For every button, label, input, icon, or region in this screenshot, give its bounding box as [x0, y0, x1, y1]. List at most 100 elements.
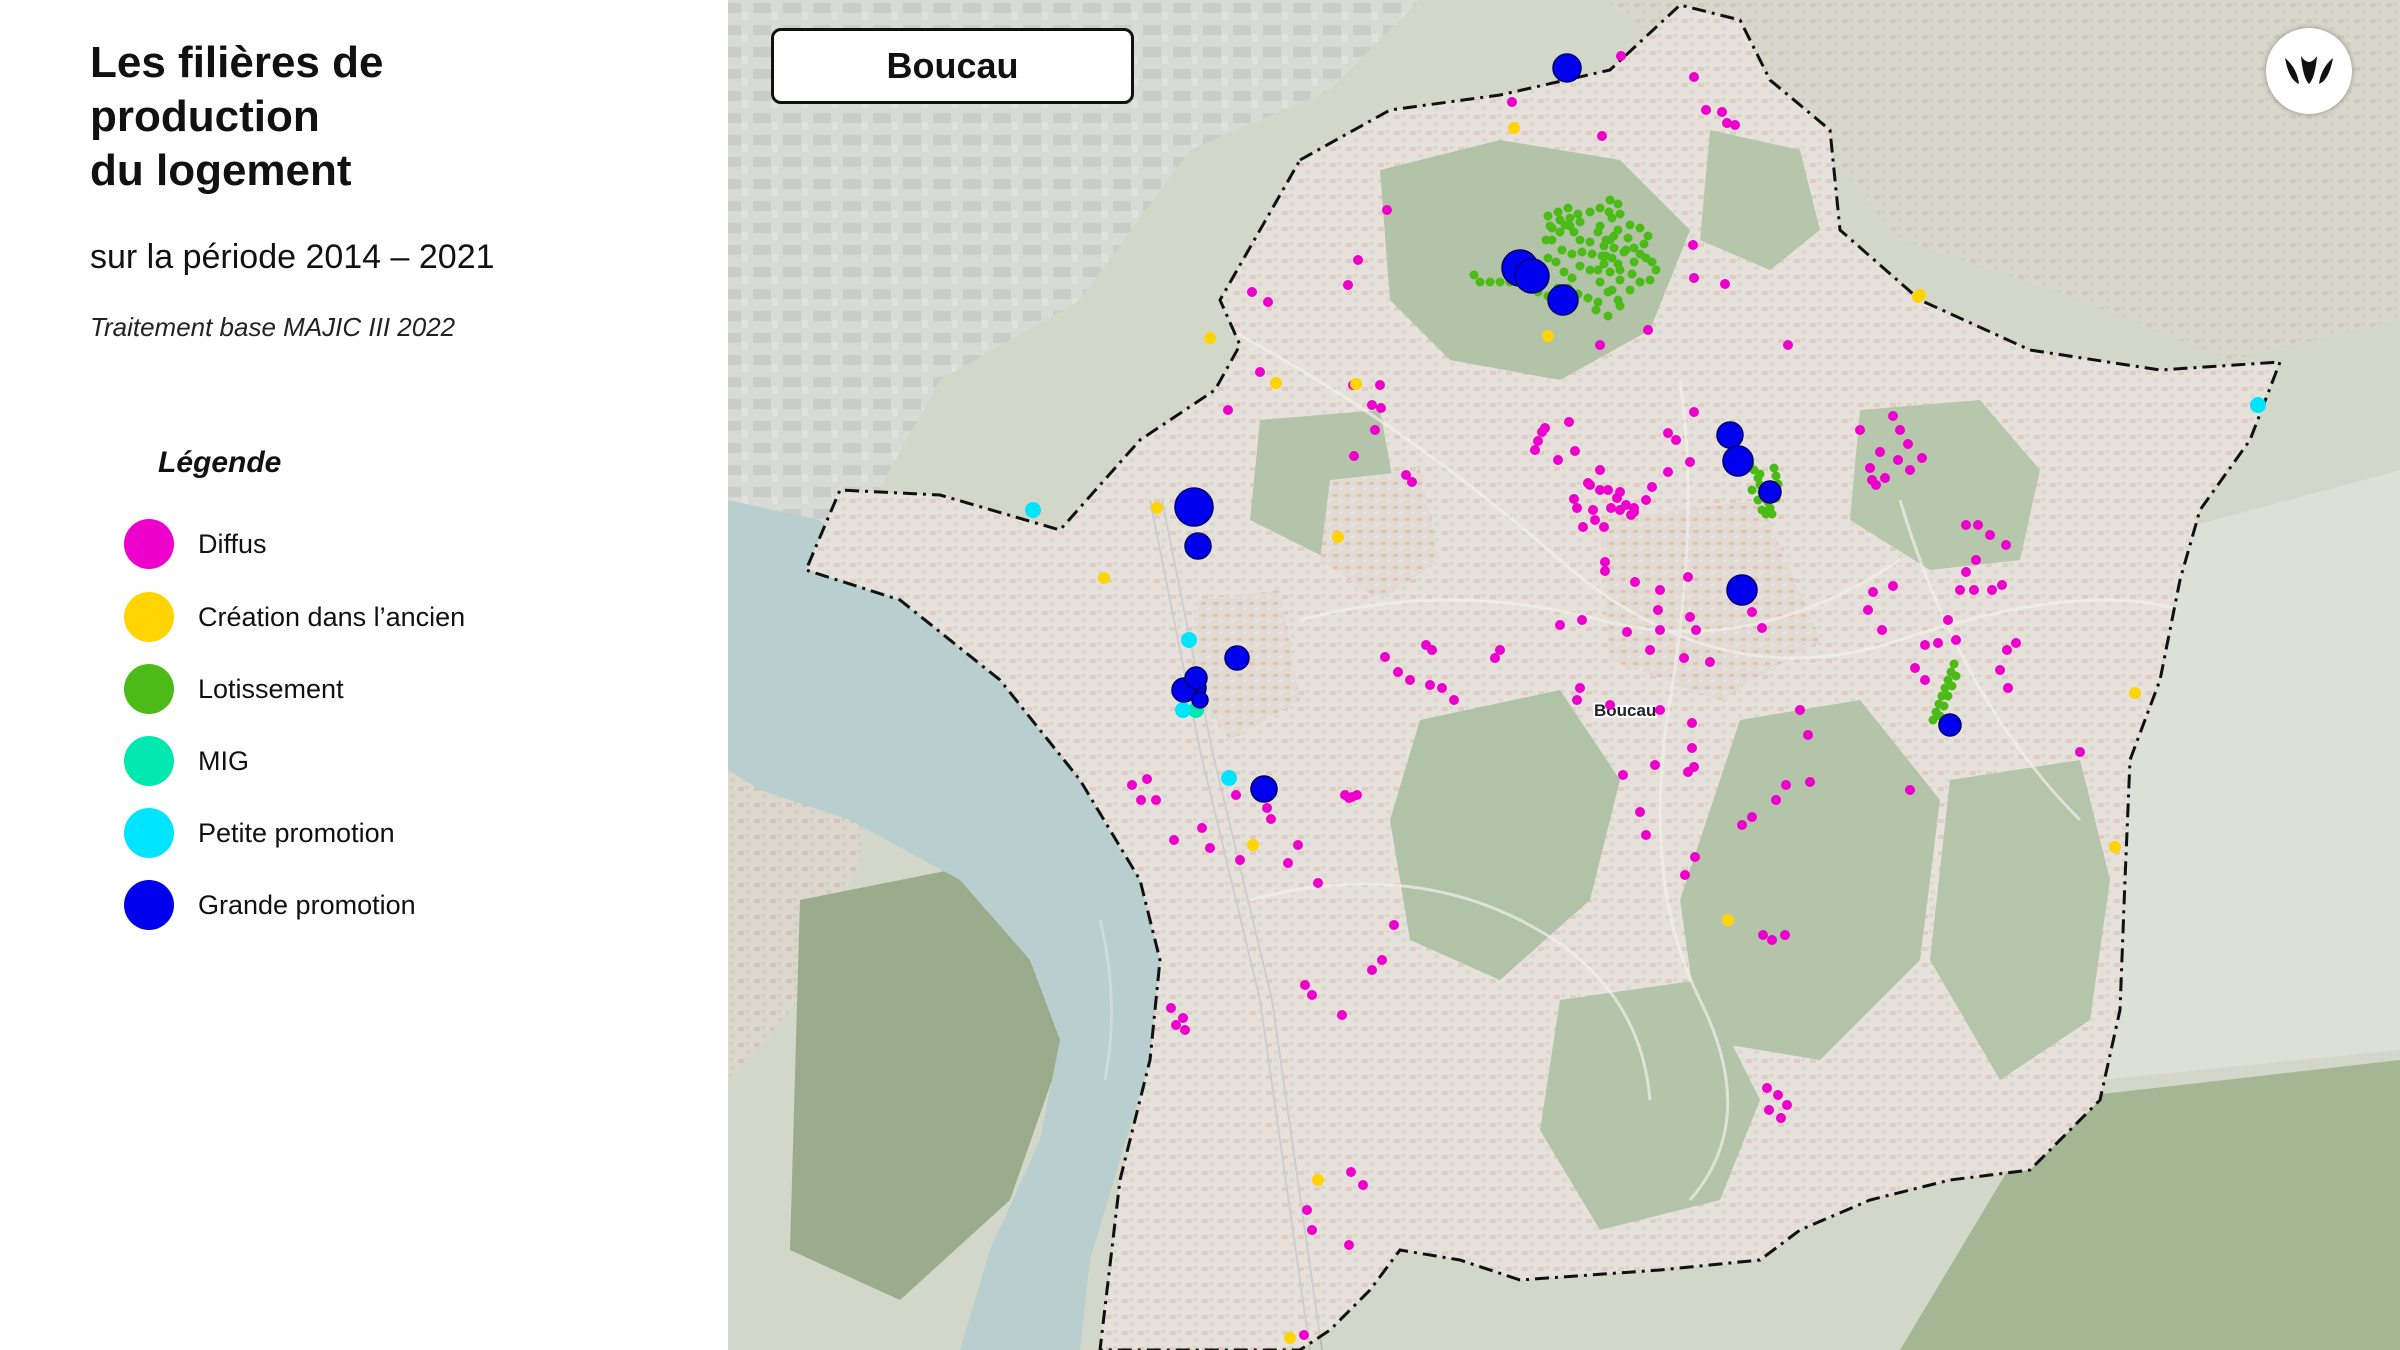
lotissement-point: [1563, 203, 1573, 213]
diffus-point: [1600, 566, 1610, 576]
title-line-2: production: [90, 92, 320, 141]
lotissement-point: [1771, 471, 1781, 481]
diffus-point: [1344, 793, 1354, 803]
diffus-point: [1247, 287, 1257, 297]
diffus-point: [1679, 653, 1689, 663]
lotissement-point: [1943, 691, 1953, 701]
lotissement-point: [1557, 245, 1567, 255]
diffus-point: [1293, 840, 1303, 850]
lotissement-point: [1615, 275, 1625, 285]
lotissement-point: [1495, 277, 1505, 287]
diffus-point: [1688, 240, 1698, 250]
diffus-point: [1313, 878, 1323, 888]
diffus-point: [1689, 407, 1699, 417]
organization-logo-icon: [2266, 28, 2352, 114]
page-title: Les filières de production du logement: [90, 36, 650, 198]
legend-item-petite-promotion: Petite promotion: [124, 808, 395, 858]
diffus-point: [1671, 435, 1681, 445]
diffus-point: [2001, 540, 2011, 550]
lotissement-point: [1585, 265, 1595, 275]
diffus-point: [1235, 855, 1245, 865]
diffus-point: [1231, 790, 1241, 800]
diffus-point: [1572, 503, 1582, 513]
diffus-point: [1570, 446, 1580, 456]
lotissement-point: [1601, 251, 1611, 261]
lotissement-point: [1567, 249, 1577, 259]
commune-name-box: Boucau: [771, 28, 1134, 104]
lotissement-point: [1951, 671, 1961, 681]
lotissement-point: [1615, 265, 1625, 275]
diffus-point: [1197, 823, 1207, 833]
legend-title: Légende: [158, 446, 282, 479]
diffus-point: [1597, 131, 1607, 141]
diffus-point: [1689, 72, 1699, 82]
diffus-point: [1805, 777, 1815, 787]
lotissement-point: [1939, 701, 1949, 711]
diffus-point: [1337, 1010, 1347, 1020]
grande-promotion-point: [1716, 421, 1744, 449]
grande-promotion-point: [1722, 445, 1754, 477]
diffus-point: [1380, 652, 1390, 662]
lotissement-point: [1635, 223, 1645, 233]
diffus-point: [1307, 990, 1317, 1000]
lotissement-point: [1591, 305, 1601, 315]
diffus-point: [1142, 774, 1152, 784]
diffus-point: [1367, 400, 1377, 410]
diffus-point: [1645, 645, 1655, 655]
legend-label-diffus: Diffus: [198, 528, 267, 559]
legend-item-lotissement: Lotissement: [124, 664, 344, 714]
map-area[interactable]: Boucau: [728, 0, 2400, 1350]
creation-ancien-point: [2129, 687, 2141, 699]
diffus-point: [1367, 965, 1377, 975]
diffus-point: [1180, 1025, 1190, 1035]
lotissement-point: [1555, 227, 1565, 237]
lotissement-point: [1605, 267, 1615, 277]
grande-promotion-point: [1552, 53, 1582, 83]
diffus-point: [1647, 482, 1657, 492]
data-source: Traitement base MAJIC III 2022: [90, 312, 456, 342]
diffus-point: [1575, 683, 1585, 693]
diffus-point: [1564, 417, 1574, 427]
diffus-point: [1577, 615, 1587, 625]
diffus-point: [1605, 700, 1615, 710]
legend-label-lotissement: Lotissement: [198, 673, 344, 704]
lotissement-point: [1585, 237, 1595, 247]
diffus-point: [1655, 625, 1665, 635]
diffus-point: [1995, 665, 2005, 675]
diffus-point: [1655, 705, 1665, 715]
diffus-point: [1263, 297, 1273, 307]
diffus-point: [1622, 627, 1632, 637]
legend-label-mig: MIG: [198, 745, 249, 776]
diffus-point: [1888, 581, 1898, 591]
diffus-point: [1370, 425, 1380, 435]
petite-promotion-point: [1221, 770, 1237, 786]
diffus-point: [1449, 695, 1459, 705]
lotissement-point: [1615, 209, 1625, 219]
diffus-point: [1612, 493, 1622, 503]
diffus-point: [1880, 473, 1890, 483]
diffus-point: [1961, 520, 1971, 530]
diffus-point: [1382, 205, 1392, 215]
diffus-point: [1680, 870, 1690, 880]
diffus-point: [1764, 1105, 1774, 1115]
map-place-label: Boucau: [1594, 701, 1656, 720]
diffus-point: [1299, 1330, 1309, 1340]
grande-promotion-point: [1547, 284, 1579, 316]
diffus-point: [1783, 340, 1793, 350]
diffus-point: [1687, 718, 1697, 728]
legend-item-diffus: Diffus: [124, 519, 267, 569]
diffus-point: [1795, 705, 1805, 715]
grande-promotion-point: [1174, 487, 1214, 527]
lotissement-point: [1543, 211, 1553, 221]
legend-label-creation-ancien: Création dans l’ancien: [198, 601, 466, 632]
diffus-point: [1701, 105, 1711, 115]
diffus-point: [1683, 767, 1693, 777]
legend-dot-creation-ancien: [124, 592, 174, 642]
diffus-point: [1603, 485, 1613, 495]
lotissement-point: [1599, 259, 1609, 269]
diffus-point: [1377, 955, 1387, 965]
lotissement-point: [1645, 275, 1655, 285]
creation-ancien-point: [1284, 1332, 1296, 1344]
diffus-point: [1375, 380, 1385, 390]
diffus-point: [1553, 455, 1563, 465]
